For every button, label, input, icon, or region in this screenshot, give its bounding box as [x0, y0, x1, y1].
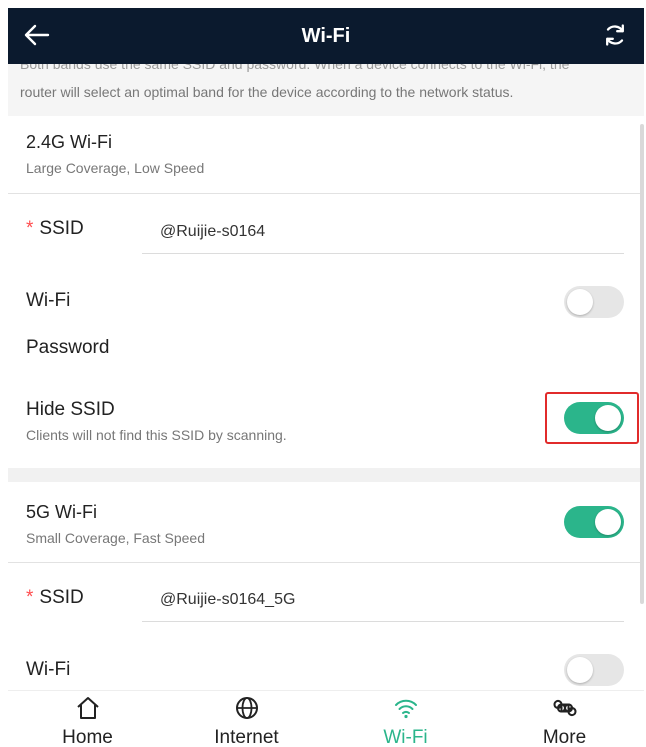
- wifi-5g-toggle[interactable]: [564, 654, 624, 686]
- globe-icon: [235, 697, 258, 719]
- required-asterisk: *: [26, 587, 34, 608]
- wifi-5g-label: Wi-Fi: [26, 659, 71, 680]
- hide-ssid-24g-label: Hide SSID: [26, 399, 115, 420]
- home-icon: [76, 697, 99, 719]
- wifi-icon: [394, 699, 417, 719]
- bottom-tab-bar: Home Internet Wi-Fi More: [8, 690, 644, 747]
- highlight-box: [545, 392, 639, 444]
- wifi-24g-toggle[interactable]: [564, 286, 624, 318]
- tab-home[interactable]: Home: [8, 691, 167, 747]
- section-24g-title: 2.4G Wi-Fi: [26, 132, 113, 152]
- band-steering-notice: Both bands use the same SSID and passwor…: [8, 64, 644, 116]
- section-24g-subtitle: Large Coverage, Low Speed: [26, 160, 205, 176]
- scrollbar[interactable]: [640, 124, 644, 604]
- section-5g: 5G Wi-Fi Small Coverage, Fast Speed: [8, 482, 644, 562]
- tab-home-label: Home: [62, 727, 113, 747]
- ssid-5g-input[interactable]: @Ruijie-s0164_5G: [142, 578, 624, 622]
- refresh-icon[interactable]: [600, 20, 630, 50]
- ssid-24g-label: * SSID: [26, 218, 84, 239]
- notice-line-2: router will select an optimal band for t…: [20, 84, 514, 100]
- password-24g-label: Password: [26, 337, 110, 358]
- divider: [8, 193, 644, 194]
- tab-more[interactable]: More: [485, 691, 644, 747]
- tab-internet-label: Internet: [214, 727, 279, 747]
- toggle-knob: [567, 657, 593, 683]
- wifi-settings-panel[interactable]: Both bands use the same SSID and passwor…: [8, 64, 644, 690]
- notice-line-1: Both bands use the same SSID and passwor…: [20, 64, 570, 72]
- required-asterisk: *: [26, 218, 34, 239]
- page-title: Wi-Fi: [301, 25, 351, 47]
- top-bar: Wi-Fi: [8, 8, 644, 64]
- tab-wifi[interactable]: Wi-Fi: [326, 691, 485, 747]
- tab-internet[interactable]: Internet: [167, 691, 326, 747]
- ssid-5g-label: * SSID: [26, 587, 84, 608]
- section-5g-subtitle: Small Coverage, Fast Speed: [26, 530, 205, 546]
- divider: [8, 562, 644, 563]
- command-icon: [553, 699, 576, 717]
- tab-wifi-label: Wi-Fi: [383, 727, 428, 747]
- wifi-24g-label: Wi-Fi: [26, 290, 71, 311]
- toggle-knob: [567, 289, 593, 315]
- hide-ssid-24g-hint: Clients will not find this SSID by scann…: [26, 427, 287, 443]
- wifi-5g-enable-toggle[interactable]: [564, 506, 624, 538]
- toggle-knob: [595, 509, 621, 535]
- section-5g-title: 5G Wi-Fi: [26, 502, 97, 522]
- section-gap: [8, 468, 644, 482]
- tab-more-label: More: [542, 727, 587, 747]
- ssid-24g-input[interactable]: @Ruijie-s0164: [142, 210, 624, 254]
- section-24g: 2.4G Wi-Fi Large Coverage, Low Speed: [8, 116, 644, 193]
